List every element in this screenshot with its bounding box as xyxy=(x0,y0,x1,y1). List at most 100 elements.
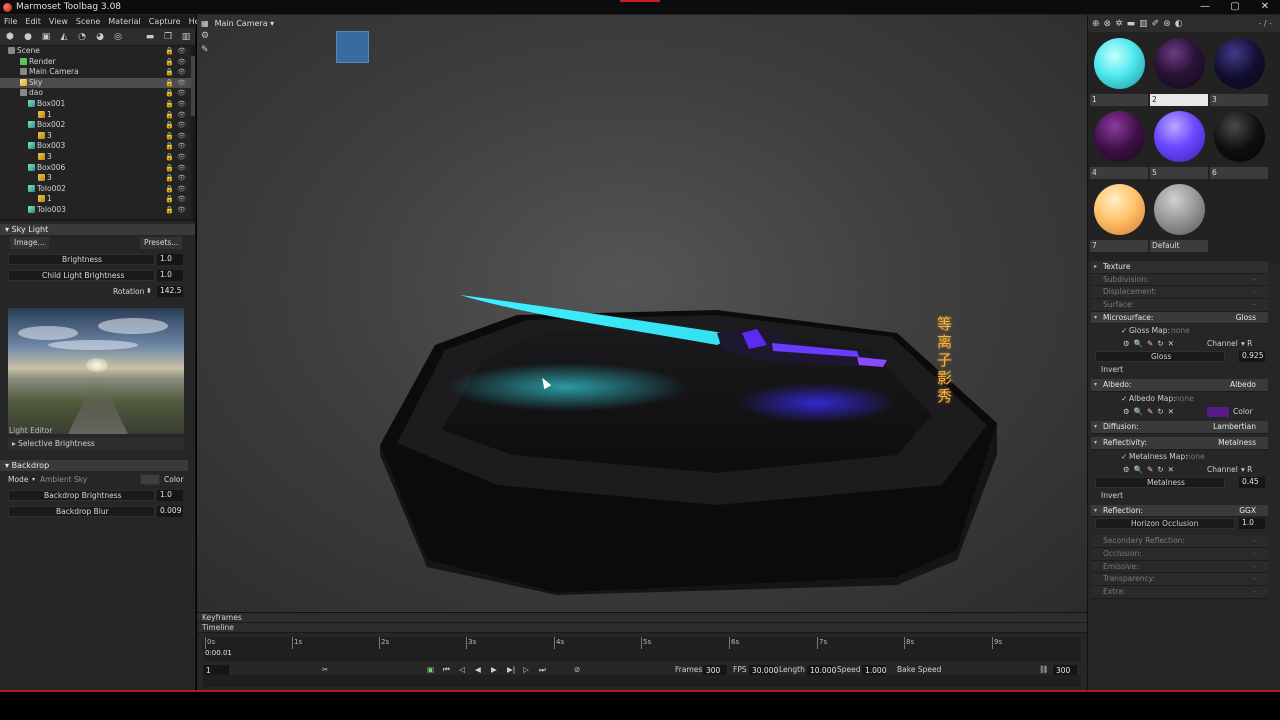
channel-dropdown[interactable]: ▾ R xyxy=(1241,463,1252,476)
step-back-icon[interactable]: ◀ xyxy=(475,665,481,674)
outliner-item-render[interactable]: Render 🔒👁 xyxy=(0,57,195,68)
extra-section[interactable]: Extra: - xyxy=(1091,585,1268,599)
outliner-item-box001[interactable]: Box001 🔒👁 xyxy=(0,99,195,110)
reset-material-icon[interactable]: ◐ xyxy=(1175,19,1183,29)
link-icon[interactable]: ⛓ xyxy=(1039,665,1049,674)
outliner-scrollbar[interactable] xyxy=(191,46,195,219)
lock-visibility-icons[interactable]: 🔒👁 xyxy=(165,173,189,184)
minimize-button[interactable]: — xyxy=(1190,0,1220,15)
timeline-label[interactable]: Timeline xyxy=(197,623,1087,633)
material-swatch-1[interactable]: 1 xyxy=(1090,36,1148,106)
menu-capture[interactable]: Capture xyxy=(145,17,185,26)
loop-icon[interactable]: ▣ xyxy=(427,665,434,674)
skip-end-icon[interactable]: ⏭ xyxy=(539,665,546,675)
lock-visibility-icons[interactable]: 🔒👁 xyxy=(165,99,189,110)
new-material-icon[interactable]: ⊕ xyxy=(1092,19,1100,29)
metalness-map-checkbox[interactable]: ✓ xyxy=(1121,450,1127,463)
displacement-section[interactable]: Displacement: - xyxy=(1091,286,1268,300)
sky-light-header[interactable]: ▾ Sky Light xyxy=(0,224,195,235)
horizon-occlusion-value[interactable]: 1.0 xyxy=(1239,518,1265,530)
secondary-reflection-section[interactable]: Secondary Reflection: - xyxy=(1091,535,1268,548)
lock-visibility-icons[interactable]: 🔒👁 xyxy=(165,67,189,78)
lock-visibility-icons[interactable]: 🔒👁 xyxy=(165,88,189,99)
next-key-icon[interactable]: ▷ xyxy=(523,665,529,674)
duplicate-material-icon[interactable]: ⊗ xyxy=(1104,19,1112,29)
reflection-section[interactable]: ▾ Reflection: GGX xyxy=(1091,504,1268,518)
apply-material-icon[interactable]: ⊛ xyxy=(1163,19,1171,29)
lock-visibility-icons[interactable]: 🔒👁 xyxy=(165,46,189,57)
lock-visibility-icons[interactable]: 🔒👁 xyxy=(165,141,189,152)
channel-dropdown[interactable]: ▾ R xyxy=(1241,337,1252,350)
lock-visibility-icons[interactable]: 🔒👁 xyxy=(165,205,189,216)
trim-icon[interactable]: ✂ xyxy=(322,665,328,674)
lock-visibility-icons[interactable]: 🔒👁 xyxy=(165,78,189,89)
lock-visibility-icons[interactable]: 🔒👁 xyxy=(165,131,189,142)
microsurface-section[interactable]: ▾ Microsurface: Gloss xyxy=(1091,311,1268,325)
presets-button[interactable]: Presets... xyxy=(140,237,183,249)
material-folder-icon[interactable]: ▬ xyxy=(1127,19,1136,29)
outliner-item-scene[interactable]: Scene 🔒👁 xyxy=(0,46,195,57)
rotation-spinner-icon[interactable]: ⬍ xyxy=(146,287,152,295)
bake-speed-button[interactable]: Bake Speed xyxy=(897,665,941,674)
outliner-item-submesh[interactable]: 3 🔒👁 xyxy=(0,152,195,163)
backdrop-blur-value[interactable]: 0.009 xyxy=(157,505,183,517)
mode-dropdown-icon[interactable]: ▾ xyxy=(32,476,35,483)
lock-visibility-icons[interactable]: 🔒👁 xyxy=(165,194,189,205)
material-swatch-3[interactable]: 3 xyxy=(1210,36,1268,106)
gloss-invert-row[interactable]: Invert xyxy=(1091,363,1268,376)
delete-icon[interactable]: ▥ xyxy=(179,31,193,43)
occlusion-section[interactable]: Occlusion: - xyxy=(1091,547,1268,561)
backdrop-header[interactable]: ▾ Backdrop xyxy=(0,460,188,471)
material-swatch-7[interactable]: 7 xyxy=(1090,182,1148,252)
lock-visibility-icons[interactable]: 🔒👁 xyxy=(165,110,189,121)
menu-edit[interactable]: Edit xyxy=(21,17,45,26)
menu-file[interactable]: File xyxy=(0,17,21,26)
skip-start-icon[interactable]: ⏮ xyxy=(443,665,450,675)
step-forward-icon[interactable]: ▶| xyxy=(507,665,515,674)
outliner-item-box003[interactable]: Box003 🔒👁 xyxy=(0,141,195,152)
brightness-value[interactable]: 1.0 xyxy=(157,253,183,265)
outliner-item-box002[interactable]: Box002 🔒👁 xyxy=(0,120,195,131)
play-icon[interactable]: ▶ xyxy=(491,665,497,674)
add-light-icon[interactable]: ● xyxy=(21,31,35,43)
map-tool-icons[interactable]: ⚙🔍✎↻✕ xyxy=(1123,337,1178,350)
mode-value[interactable]: Ambient Sky xyxy=(40,475,87,484)
map-tool-icons[interactable]: ⚙🔍✎↻✕ xyxy=(1123,405,1178,418)
outliner-item-submesh[interactable]: 3 🔒👁 xyxy=(0,131,195,142)
metalness-value[interactable]: 0.45 xyxy=(1239,476,1265,488)
reflectivity-section[interactable]: ▾ Reflectivity: Metalness xyxy=(1091,436,1268,450)
add-object-icon[interactable]: ⬢ xyxy=(3,31,17,43)
selective-brightness-row[interactable]: ▸ Selective Brightness xyxy=(8,438,184,450)
add-shadow-catcher-icon[interactable]: ◭ xyxy=(57,31,71,43)
add-fog-icon[interactable]: ◕ xyxy=(93,31,107,43)
texture-section[interactable]: ▸ Texture xyxy=(1091,261,1268,274)
lock-visibility-icons[interactable]: 🔒👁 xyxy=(165,184,189,195)
open-folder-icon[interactable]: ▬ xyxy=(143,31,157,43)
keyframes-label[interactable]: Keyframes xyxy=(197,613,1087,623)
menu-scene[interactable]: Scene xyxy=(72,17,104,26)
outliner-item-tolo002[interactable]: Tolo002 🔒👁 xyxy=(0,184,195,195)
close-button[interactable]: ✕ xyxy=(1250,0,1280,15)
prev-key-icon[interactable]: ◁ xyxy=(459,665,465,674)
menu-view[interactable]: View xyxy=(45,17,72,26)
backdrop-brightness-value[interactable]: 1.0 xyxy=(157,489,183,501)
lock-visibility-icons[interactable]: 🔒👁 xyxy=(165,57,189,68)
add-turntable-icon[interactable]: ◔ xyxy=(75,31,89,43)
outliner-item-submesh[interactable]: 1 🔒👁 xyxy=(0,110,195,121)
material-swatch-5[interactable]: 5 xyxy=(1150,109,1208,179)
material-swatch-default[interactable]: Default xyxy=(1150,182,1208,252)
3d-viewport[interactable]: ▦ Main Camera ▾ ⚙ ✎ 等离子影秀 xyxy=(197,15,1087,612)
albedo-color-swatch[interactable] xyxy=(1207,407,1229,418)
lock-visibility-icons[interactable]: 🔒👁 xyxy=(165,163,189,174)
outliner-item-sky[interactable]: Sky 🔒👁 xyxy=(0,77,195,89)
image-button[interactable]: Image... xyxy=(10,237,49,249)
albedo-map-checkbox[interactable]: ✓ xyxy=(1121,392,1127,405)
subdivision-section[interactable]: Subdivision: - xyxy=(1091,273,1268,287)
outliner-item-dao[interactable]: dao 🔒👁 xyxy=(0,88,195,99)
lock-visibility-icons[interactable]: 🔒👁 xyxy=(165,120,189,131)
backdrop-color-swatch[interactable] xyxy=(140,473,160,485)
light-editor-label[interactable]: Light Editor xyxy=(9,426,52,435)
add-bake-icon[interactable]: ◎ xyxy=(111,31,125,43)
outliner-item-tolo003[interactable]: Tolo003 🔒👁 xyxy=(0,205,195,216)
child-light-value[interactable]: 1.0 xyxy=(157,269,183,281)
